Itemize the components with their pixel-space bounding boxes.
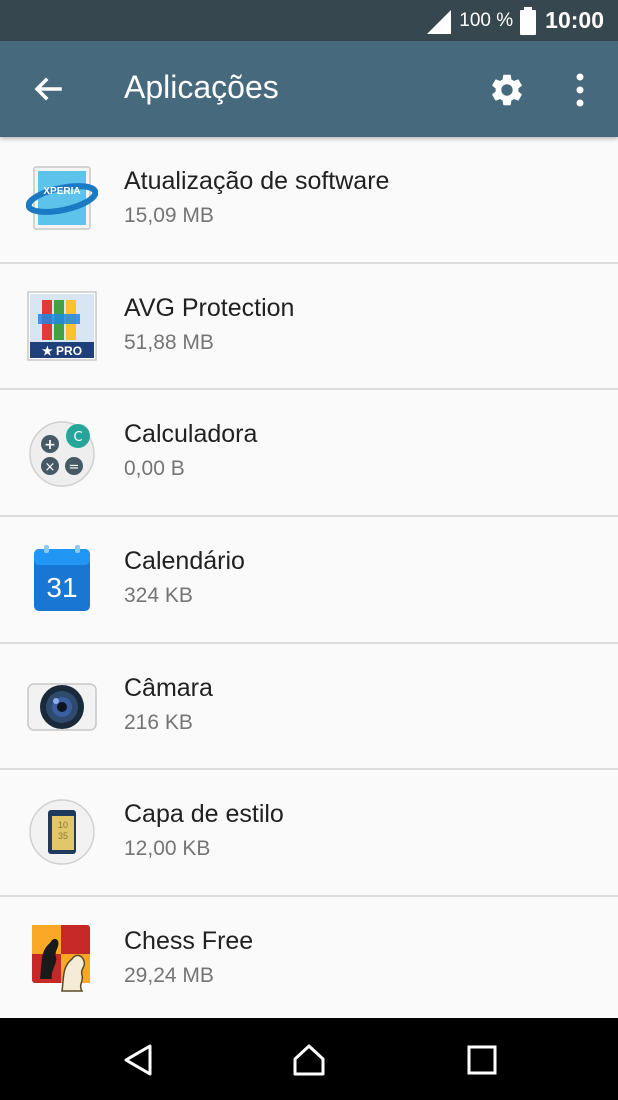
svg-text:+: + (44, 437, 56, 453)
svg-text:×: × (45, 460, 56, 475)
xperia-update-icon: XPERIA (26, 166, 98, 230)
style-cover-icon: 10 35 (29, 799, 95, 866)
list-item[interactable]: Câmara 216 KB (0, 644, 618, 771)
app-size: 51,88 MB (124, 330, 214, 354)
app-size: 216 KB (124, 710, 193, 734)
app-name: Câmara (124, 673, 213, 702)
svg-text:XPERIA: XPERIA (43, 186, 80, 197)
nav-back-icon[interactable] (120, 1042, 156, 1078)
app-name: Atualização de software (124, 167, 390, 195)
gear-icon[interactable] (488, 71, 526, 109)
app-list: XPERIA Atualização de software 15,09 MB … (0, 137, 618, 1024)
app-name: AVG Protection (124, 293, 295, 322)
svg-text:35: 35 (58, 831, 68, 841)
app-size: 324 KB (124, 584, 193, 608)
app-size: 0,00 B (124, 457, 185, 481)
app-name: Calendário (124, 547, 245, 576)
more-vertical-icon[interactable] (566, 71, 594, 109)
app-size: 29,24 MB (124, 964, 214, 988)
nav-home-icon[interactable] (291, 1042, 327, 1078)
list-item[interactable]: XPERIA Atualização de software 15,09 MB (0, 137, 618, 264)
pro-badge: ★ PRO (42, 344, 82, 358)
nav-recents-icon[interactable] (464, 1042, 500, 1078)
avg-protection-icon: ★ PRO (27, 290, 97, 361)
calendar-icon: 31 (34, 545, 90, 612)
svg-text:10: 10 (58, 820, 68, 830)
chess-icon (32, 925, 90, 992)
app-bar: Aplicações (0, 41, 618, 137)
battery-percent: 100 % (459, 9, 514, 31)
navigation-bar (0, 1018, 618, 1100)
arrow-left-icon[interactable] (30, 71, 66, 107)
status-clock: 10:00 (545, 7, 604, 33)
app-name: Capa de estilo (124, 800, 284, 829)
svg-text:C: C (73, 430, 82, 445)
list-item[interactable]: ★ PRO AVG Protection 51,88 MB (0, 264, 618, 391)
page-title: Aplicações (124, 69, 279, 105)
battery-icon (520, 6, 537, 35)
list-item[interactable]: 10 35 Capa de estilo 12,00 KB (0, 770, 618, 898)
camera-icon (27, 683, 97, 731)
signal-icon (427, 9, 452, 34)
calculator-icon: + C × = (29, 421, 95, 488)
status-bar: 100 % 10:00 (0, 0, 618, 41)
svg-text:=: = (69, 460, 80, 475)
list-item[interactable]: 31 Calendário 324 KB (0, 517, 618, 644)
app-size: 12,00 KB (124, 837, 211, 861)
list-item[interactable]: + C × = Calculadora 0,00 B (0, 390, 618, 518)
app-size: 15,09 MB (124, 204, 214, 227)
calendar-day: 31 (46, 572, 77, 603)
app-name: Chess Free (124, 927, 254, 956)
app-name: Calculadora (124, 420, 258, 449)
list-item[interactable]: Chess Free 29,24 MB (0, 897, 618, 1024)
